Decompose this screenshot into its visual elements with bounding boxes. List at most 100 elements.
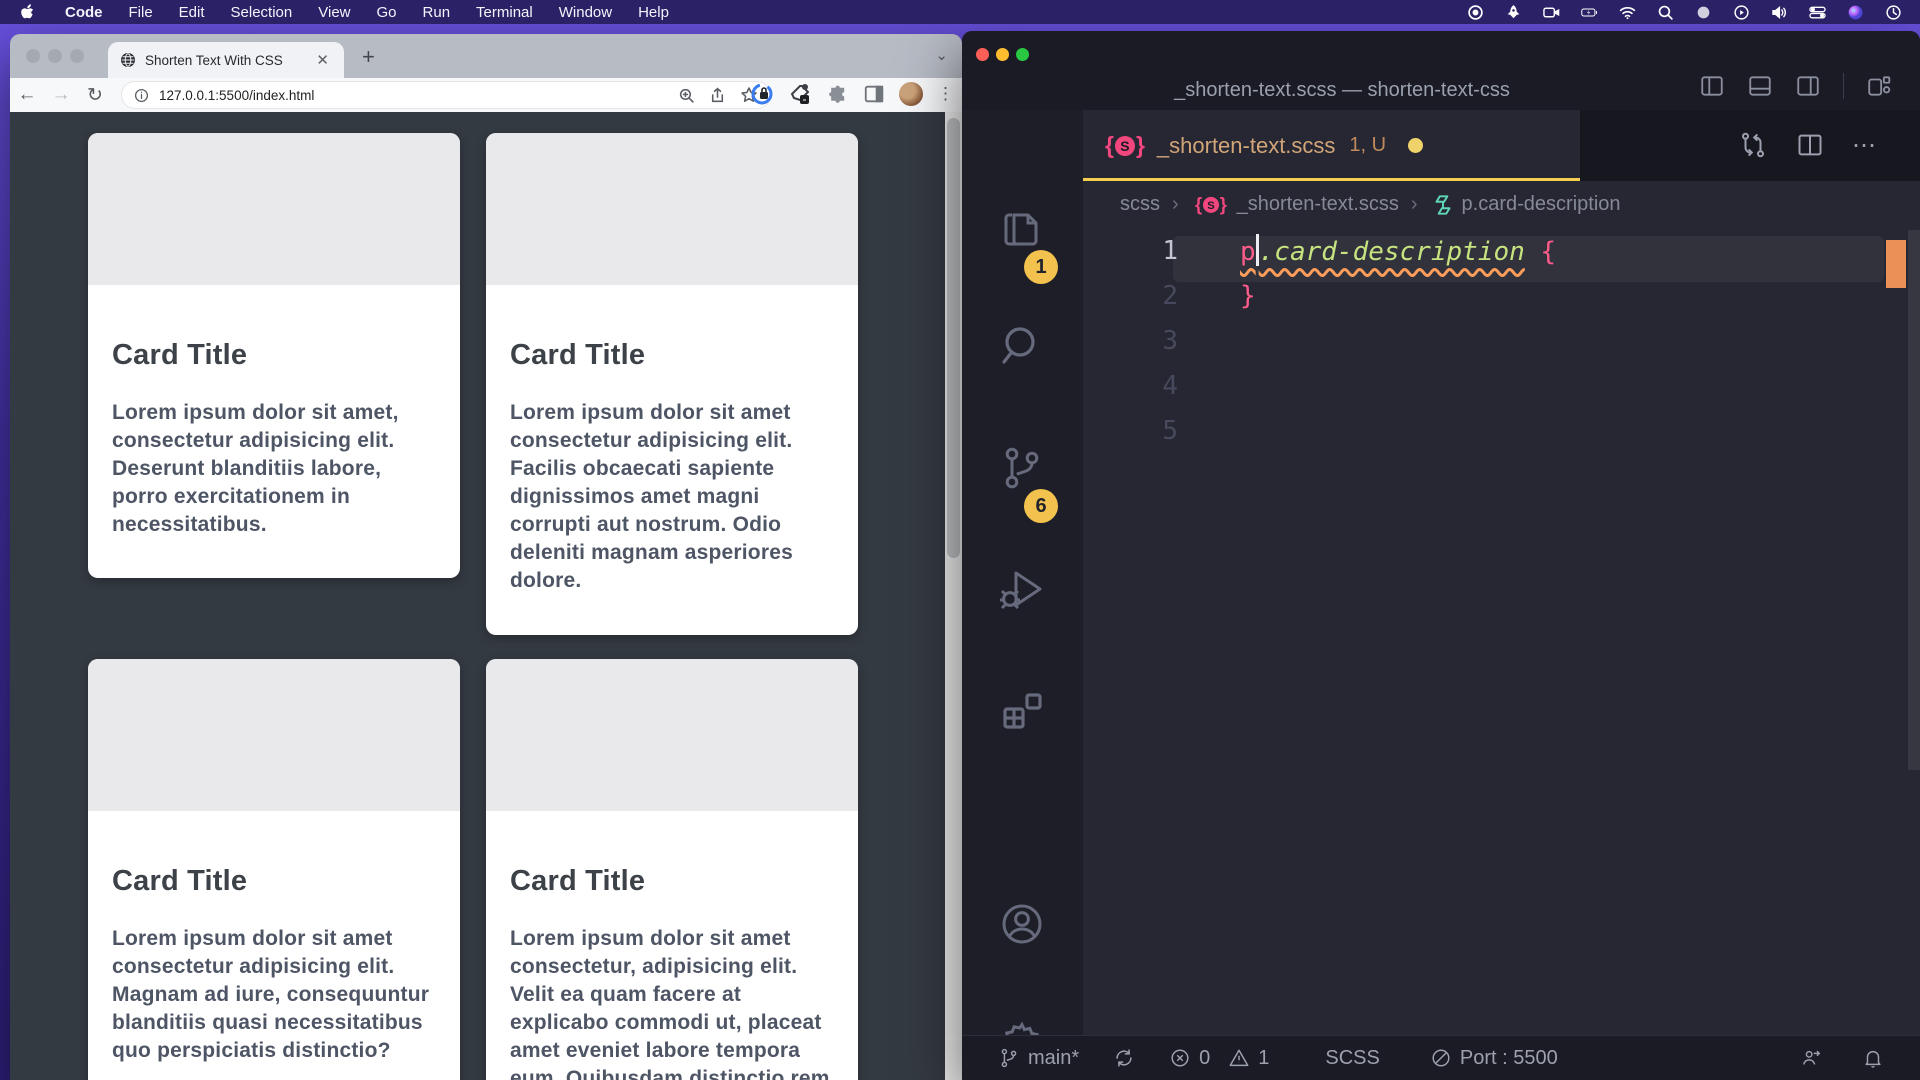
url-text[interactable]: 127.0.0.1:5500/index.html: [159, 88, 664, 103]
sync-icon: [1113, 1047, 1135, 1069]
side-panel-icon[interactable]: [863, 83, 885, 105]
card-title: Card Title: [510, 339, 834, 372]
live-server-port[interactable]: Port : 5500: [1430, 1047, 1558, 1070]
window-close-button[interactable]: [976, 48, 989, 61]
address-bar[interactable]: 127.0.0.1:5500/index.html: [122, 82, 770, 108]
menu-item-terminal[interactable]: Terminal: [463, 4, 546, 21]
open-changes-icon[interactable]: [1738, 130, 1768, 160]
forward-button[interactable]: →: [44, 84, 78, 106]
window-zoom-button[interactable]: [70, 49, 84, 63]
wifi-icon[interactable]: [1619, 4, 1636, 21]
browser-window: Shorten Text With CSS ✕ + ⌄ ← → ↻ 127.0.…: [10, 34, 962, 1080]
menu-item-edit[interactable]: Edit: [166, 4, 218, 21]
warnings-icon: [1228, 1047, 1250, 1069]
browser-tab[interactable]: Shorten Text With CSS ✕: [108, 42, 344, 78]
zoom-icon[interactable]: [678, 87, 695, 104]
sass-file-icon: {S}: [1105, 132, 1145, 159]
menu-status-icons: [1467, 4, 1920, 21]
more-actions-icon[interactable]: ⋯: [1852, 131, 1878, 160]
split-editor-icon[interactable]: [1796, 131, 1824, 159]
profile-avatar[interactable]: [899, 82, 923, 106]
search-icon[interactable]: [998, 322, 1046, 370]
window-zoom-button[interactable]: [1016, 48, 1029, 61]
code-line-2: }: [1178, 281, 1256, 311]
line-number: 4: [1083, 371, 1178, 401]
toggle-secondary-sidebar-icon[interactable]: [1795, 73, 1821, 99]
macos-menu-bar: Code File Edit Selection View Go Run Ter…: [0, 0, 1920, 24]
menu-item-help[interactable]: Help: [625, 4, 682, 21]
card-description: Lorem ipsum dolor sit amet consectetur a…: [510, 399, 834, 595]
play-circle-icon[interactable]: [1733, 4, 1750, 21]
tab-problems-git-decoration: 1, U: [1349, 134, 1386, 157]
menu-item-file[interactable]: File: [116, 4, 166, 21]
siri-icon[interactable]: [1847, 4, 1864, 21]
tab-overflow-chevron-icon[interactable]: ⌄: [935, 46, 948, 64]
problems-status[interactable]: 0 1: [1169, 1047, 1269, 1070]
volume-icon[interactable]: [1771, 4, 1788, 21]
account-icon[interactable]: [998, 900, 1046, 948]
window-minimize-button[interactable]: [996, 48, 1009, 61]
card-title: Card Title: [112, 339, 436, 372]
notifications-bell-icon[interactable]: [1862, 1047, 1884, 1069]
tab-title: Shorten Text With CSS: [145, 53, 313, 68]
camera-dot-icon[interactable]: [1695, 4, 1712, 21]
card: Card Title Lorem ipsum dolor sit amet co…: [486, 659, 858, 1080]
overview-ruler-warning-marker: [1886, 240, 1906, 288]
run-debug-icon[interactable]: [998, 565, 1046, 613]
unsaved-changes-dot-icon[interactable]: [1408, 138, 1423, 153]
breadcrumb-folder[interactable]: scss: [1120, 193, 1160, 216]
page-scrollbar[interactable]: [945, 112, 962, 1080]
apple-logo-icon[interactable]: [20, 4, 34, 21]
editor-scrollbar[interactable]: [1908, 230, 1920, 770]
language-mode[interactable]: SCSS: [1325, 1047, 1379, 1070]
git-branch-status[interactable]: main*: [998, 1047, 1079, 1070]
customize-layout-icon[interactable]: [1866, 73, 1892, 99]
clock-icon[interactable]: [1885, 4, 1902, 21]
editor-tab[interactable]: {S} _shorten-text.scss 1, U: [1083, 110, 1580, 181]
menu-item-app[interactable]: Code: [52, 4, 116, 21]
line-number: 1: [1083, 236, 1178, 266]
window-close-button[interactable]: [26, 49, 40, 63]
back-button[interactable]: ←: [10, 84, 44, 106]
browser-menu-icon[interactable]: ⋮: [937, 84, 954, 104]
explorer-icon[interactable]: [998, 205, 1046, 253]
share-icon[interactable]: [709, 87, 726, 104]
breadcrumbs: scss › {S} _shorten-text.scss › p.card-d…: [1083, 181, 1920, 228]
menu-item-view[interactable]: View: [305, 4, 363, 21]
menu-item-window[interactable]: Window: [546, 4, 625, 21]
extensions-icon[interactable]: [998, 688, 1046, 736]
sync-changes-button[interactable]: [1113, 1047, 1135, 1069]
feedback-icon[interactable]: [1800, 1047, 1822, 1069]
screen-record-icon[interactable]: [1543, 4, 1560, 21]
menu-item-selection[interactable]: Selection: [218, 4, 306, 21]
battery-icon[interactable]: [1581, 4, 1598, 21]
extension-icons: ⋮: [750, 82, 954, 106]
page-scrollbar-thumb[interactable]: [947, 118, 960, 558]
code-editor[interactable]: 1 p.card-description { 2 } 3 4 5: [1083, 228, 1920, 1035]
password-manager-extension-icon[interactable]: [750, 82, 774, 106]
tab-close-icon[interactable]: ✕: [313, 51, 332, 69]
status-bar-right: [1800, 1047, 1920, 1069]
reload-button[interactable]: ↻: [78, 84, 112, 107]
rocket-icon[interactable]: [1505, 4, 1522, 21]
breadcrumb-symbol[interactable]: p.card-description: [1462, 193, 1621, 216]
window-minimize-button[interactable]: [48, 49, 62, 63]
record-icon[interactable]: [1467, 4, 1484, 21]
breadcrumb-file[interactable]: _shorten-text.scss: [1237, 193, 1399, 216]
menu-item-run[interactable]: Run: [410, 4, 464, 21]
eyedropper-extension-icon[interactable]: [788, 82, 812, 106]
toggle-sidebar-icon[interactable]: [1699, 73, 1725, 99]
new-tab-button[interactable]: +: [362, 44, 375, 70]
extensions-puzzle-icon[interactable]: [826, 83, 849, 106]
control-center-icon[interactable]: [1809, 4, 1826, 21]
menu-item-go[interactable]: Go: [364, 4, 410, 21]
toggle-panel-icon[interactable]: [1747, 73, 1773, 99]
line-number: 5: [1083, 416, 1178, 446]
code-line-1: p.card-description {: [1178, 234, 1556, 267]
site-info-icon[interactable]: [134, 88, 149, 103]
selector-symbol-icon: [1430, 192, 1456, 218]
card: Card Title Lorem ipsum dolor sit amet co…: [88, 659, 460, 1080]
source-control-icon[interactable]: [998, 444, 1046, 492]
errors-icon: [1169, 1047, 1191, 1069]
search-icon[interactable]: [1657, 4, 1674, 21]
